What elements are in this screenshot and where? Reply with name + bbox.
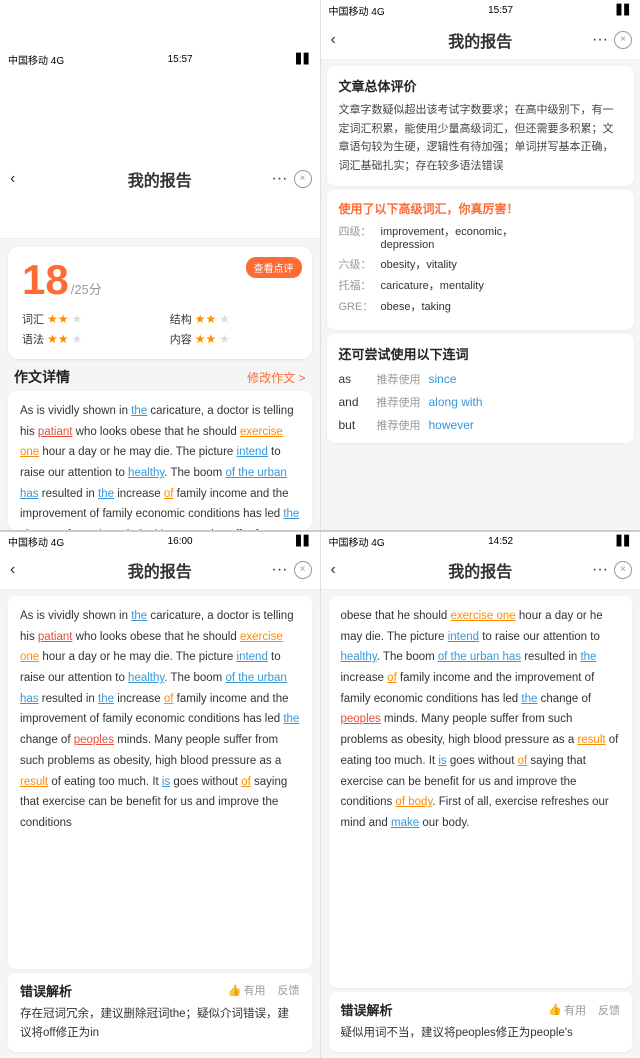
connector-item-and: and 推荐使用 along with bbox=[339, 394, 623, 410]
helpful-btn-bl[interactable]: 👍 有用 bbox=[228, 982, 266, 998]
close-btn-bl[interactable]: × bbox=[294, 561, 312, 579]
connector-alt-as: since bbox=[429, 372, 457, 386]
essay-content-left: As is vividly shown in the caricature, a… bbox=[20, 401, 300, 530]
essay-content-bl: As is vividly shown in the caricature, a… bbox=[20, 606, 300, 834]
time-bl: 16:00 bbox=[168, 536, 193, 547]
carrier-br: 中国移动 4G bbox=[329, 534, 385, 549]
time-br: 14:52 bbox=[488, 536, 513, 547]
more-btn-right[interactable]: ··· bbox=[592, 31, 608, 49]
vocab-words-toefl: caricature，mentality bbox=[381, 277, 484, 293]
nav-title-bl: 我的报告 bbox=[128, 558, 192, 582]
vocab-level-gre: GRE： bbox=[339, 298, 375, 314]
vocab-item-toefl: 托福： caricature，mentality bbox=[339, 277, 623, 293]
score-denominator: /25分 bbox=[71, 279, 102, 298]
vocab-level-6: 六级： bbox=[339, 256, 375, 272]
essay-section-title: 作文详情 bbox=[14, 367, 70, 387]
carrier-left: 中国移动 4G bbox=[8, 52, 64, 67]
feedback-btn-bl[interactable]: 反馈 bbox=[278, 982, 300, 998]
thumb-up-icon-br: 👍 bbox=[548, 1003, 562, 1016]
vocab-level-4: 四级： bbox=[339, 223, 375, 239]
time-right: 15:57 bbox=[488, 5, 513, 16]
close-btn-left[interactable]: × bbox=[294, 170, 312, 188]
connector-title: 还可尝试使用以下连词 bbox=[339, 344, 623, 363]
close-btn-br[interactable]: × bbox=[614, 561, 632, 579]
signal-icons-bl: ▋▋ bbox=[296, 536, 311, 547]
vocab-item-4: 四级： improvement，economic，depression bbox=[339, 223, 623, 251]
modify-essay-link[interactable]: 修改作文 > bbox=[247, 369, 305, 386]
nav-title-left: 我的报告 bbox=[128, 167, 192, 191]
metric-vocab: 词汇 ★★★ bbox=[22, 311, 150, 327]
score-number: 18 bbox=[22, 259, 69, 301]
connector-suggest-and: 推荐使用 bbox=[377, 394, 421, 410]
nav-title-right: 我的报告 bbox=[448, 28, 512, 52]
vocab-words-4: improvement，economic，depression bbox=[381, 223, 514, 251]
nav-title-br: 我的报告 bbox=[448, 558, 512, 582]
metric-content: 内容 ★★★ bbox=[170, 331, 298, 347]
overall-title: 文章总体评价 bbox=[339, 76, 623, 95]
vocab-level-toefl: 托福： bbox=[339, 277, 375, 293]
error-title-bl: 错误解析 bbox=[20, 981, 72, 1000]
connector-word-but: but bbox=[339, 418, 369, 432]
close-btn-right[interactable]: × bbox=[614, 31, 632, 49]
vocab-words-gre: obese，taking bbox=[381, 298, 451, 314]
connector-item-as: as 推荐使用 since bbox=[339, 371, 623, 387]
signal-icons-br: ▋▋ bbox=[617, 536, 632, 547]
connector-word-and: and bbox=[339, 395, 369, 409]
metric-grammar: 语法 ★★★ bbox=[22, 331, 150, 347]
back-btn-br[interactable]: ‹ bbox=[331, 561, 336, 579]
connector-word-as: as bbox=[339, 372, 369, 386]
connector-suggest-as: 推荐使用 bbox=[377, 371, 421, 387]
vocab-item-gre: GRE： obese，taking bbox=[339, 298, 623, 314]
essay-content-br: obese that he should exercise one hour a… bbox=[341, 606, 621, 834]
signal-icons-left: ▋▋ bbox=[296, 54, 311, 65]
connector-suggest-but: 推荐使用 bbox=[377, 417, 421, 433]
vocab-item-6: 六级： obesity，vitality bbox=[339, 256, 623, 272]
helpful-btn-br[interactable]: 👍 有用 bbox=[548, 1002, 586, 1018]
connector-item-but: but 推荐使用 however bbox=[339, 417, 623, 433]
signal-icons-right: ▋▋ bbox=[617, 5, 632, 16]
more-btn-br[interactable]: ··· bbox=[592, 561, 608, 579]
connector-alt-and: along with bbox=[429, 395, 483, 409]
more-btn-bl[interactable]: ··· bbox=[272, 561, 288, 579]
feedback-btn-br[interactable]: 反馈 bbox=[598, 1002, 620, 1018]
vocab-title: 使用了以下高级词汇，你真厉害！ bbox=[339, 200, 623, 217]
check-review-btn[interactable]: 查看点评 bbox=[246, 257, 302, 278]
back-btn-left[interactable]: ‹ bbox=[10, 170, 15, 188]
overall-review-text: 文章字数疑似超出该考试字数要求；在高中级别下，有一定词汇积累，能使用少量高级词汇… bbox=[339, 101, 623, 176]
carrier-right: 中国移动 4G bbox=[329, 3, 385, 18]
connector-alt-but: however bbox=[429, 418, 474, 432]
vocab-words-6: obesity，vitality bbox=[381, 256, 457, 272]
time-left: 15:57 bbox=[168, 54, 193, 65]
error-content-bl: 存在冠词冗余，建议删除冠词the；疑似介词错误，建议将off修正为in bbox=[20, 1005, 300, 1044]
vocab-list: 四级： improvement，economic，depression 六级： … bbox=[339, 223, 623, 314]
metric-structure: 结构 ★★★ bbox=[170, 311, 298, 327]
more-btn-left[interactable]: ··· bbox=[272, 170, 288, 188]
back-btn-right[interactable]: ‹ bbox=[331, 31, 336, 49]
connector-list: as 推荐使用 since and 推荐使用 along with but 推荐… bbox=[339, 371, 623, 433]
back-btn-bl[interactable]: ‹ bbox=[10, 561, 15, 579]
thumb-up-icon-bl: 👍 bbox=[228, 984, 242, 997]
carrier-bl: 中国移动 4G bbox=[8, 534, 64, 549]
error-content-br: 疑似用词不当，建议将peoples修正为people's bbox=[341, 1024, 621, 1044]
error-title-br: 错误解析 bbox=[341, 1000, 393, 1019]
